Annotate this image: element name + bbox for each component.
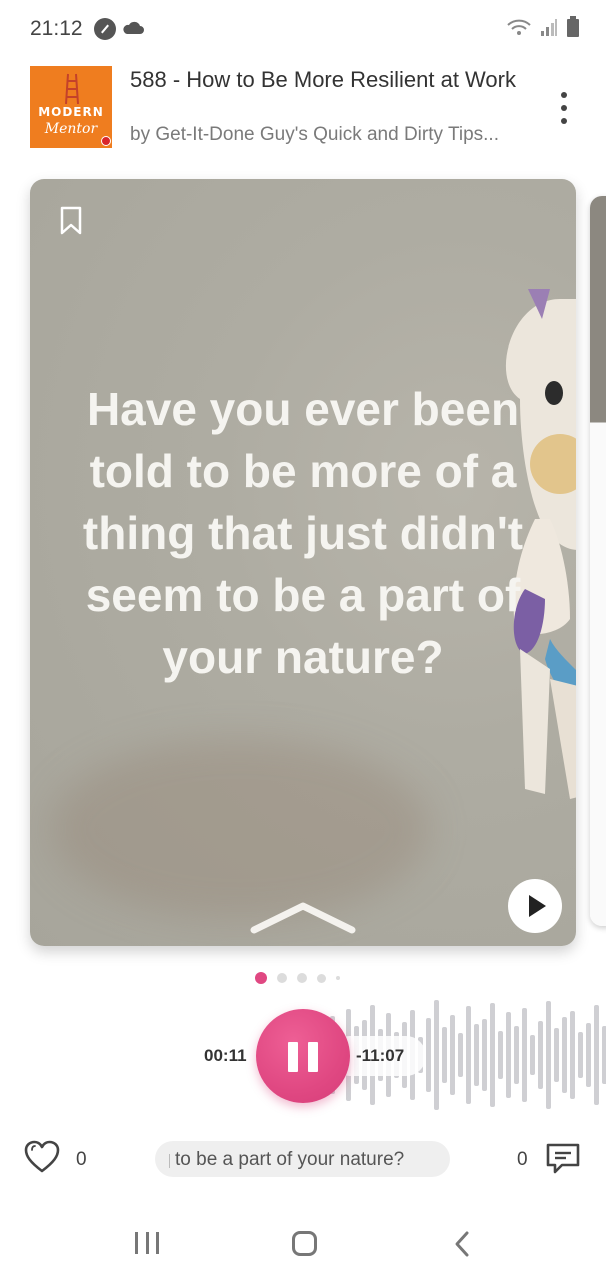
time-elapsed: 00:11	[204, 1046, 247, 1065]
play-icon[interactable]	[508, 879, 562, 933]
status-bar: 21:12	[0, 0, 606, 58]
waveform-bar	[482, 1019, 487, 1091]
nav-back-button[interactable]	[452, 1230, 472, 1258]
chevron-up-icon[interactable]	[250, 900, 356, 934]
more-vertical-icon[interactable]	[552, 92, 576, 124]
notification-icon	[94, 18, 116, 40]
network-badge	[101, 136, 111, 146]
like-count: 0	[76, 1149, 87, 1170]
waveform-bar	[506, 1012, 511, 1098]
page-dot[interactable]	[297, 973, 307, 983]
wifi-icon	[507, 19, 531, 35]
waveform-bar	[434, 1000, 439, 1110]
waveform-bar	[602, 1026, 606, 1084]
waveform-bar	[450, 1015, 455, 1095]
waveform-bar	[458, 1033, 463, 1077]
waveform-bar	[578, 1032, 583, 1078]
episode-title[interactable]: 588 - How to Be More Resilient at Work	[130, 66, 530, 94]
page-dot[interactable]	[336, 976, 340, 980]
waveform-bar	[514, 1026, 519, 1084]
status-time: 21:12	[30, 17, 83, 40]
signal-icon	[541, 19, 557, 36]
waveform-bar	[546, 1001, 551, 1109]
page-dot[interactable]	[277, 973, 287, 983]
waveform-bar	[586, 1023, 591, 1087]
transcript-pill[interactable]: to be a part of your nature?	[155, 1141, 450, 1177]
waveform-bar	[554, 1028, 559, 1082]
pause-icon	[308, 1042, 318, 1072]
ladder-icon	[65, 73, 79, 104]
waveform-bar	[570, 1011, 575, 1099]
comment-icon[interactable]	[546, 1142, 580, 1174]
waveform-bar	[442, 1027, 447, 1083]
bookmark-icon[interactable]	[60, 206, 82, 236]
nav-home-button[interactable]	[292, 1231, 317, 1256]
podcast-artwork[interactable]: MODERN Mentor	[30, 66, 112, 148]
waveform-bar	[466, 1006, 471, 1104]
status-indicators	[506, 14, 580, 40]
cloud-icon	[123, 21, 144, 34]
waveform-bar	[490, 1003, 495, 1107]
quote-card[interactable]: Have you ever been told to be more of a …	[30, 179, 576, 946]
time-remaining: -11:07	[356, 1046, 405, 1065]
page-dot[interactable]	[317, 973, 326, 983]
page-dot-active[interactable]	[255, 972, 267, 984]
pause-icon	[288, 1042, 298, 1072]
artwork-text-modern: MODERN	[38, 105, 104, 119]
nav-recents-button[interactable]	[135, 1232, 159, 1254]
pause-button[interactable]	[256, 1009, 350, 1103]
page-indicator	[255, 972, 340, 984]
waveform-bar	[426, 1018, 431, 1092]
battery-icon	[567, 16, 579, 37]
transcript-text: to be a part of your nature?	[168, 1149, 405, 1170]
waveform-bar	[474, 1024, 479, 1086]
comment-count: 0	[517, 1149, 528, 1170]
waveform-bar	[530, 1035, 535, 1075]
heart-icon[interactable]	[24, 1140, 60, 1174]
waveform-bar	[522, 1008, 527, 1102]
artwork-text-mentor: Mentor	[44, 121, 98, 137]
waveform-bar	[562, 1017, 567, 1093]
episode-author[interactable]: by Get-It-Done Guy's Quick and Dirty Tip…	[130, 124, 530, 146]
next-card-peek[interactable]	[590, 196, 606, 926]
card-quote-text: Have you ever been told to be more of a …	[82, 383, 524, 683]
waveform-bar	[594, 1005, 599, 1105]
waveform-bar	[498, 1031, 503, 1079]
card-background-shadow	[50, 739, 430, 919]
waveform-bar	[538, 1021, 543, 1089]
